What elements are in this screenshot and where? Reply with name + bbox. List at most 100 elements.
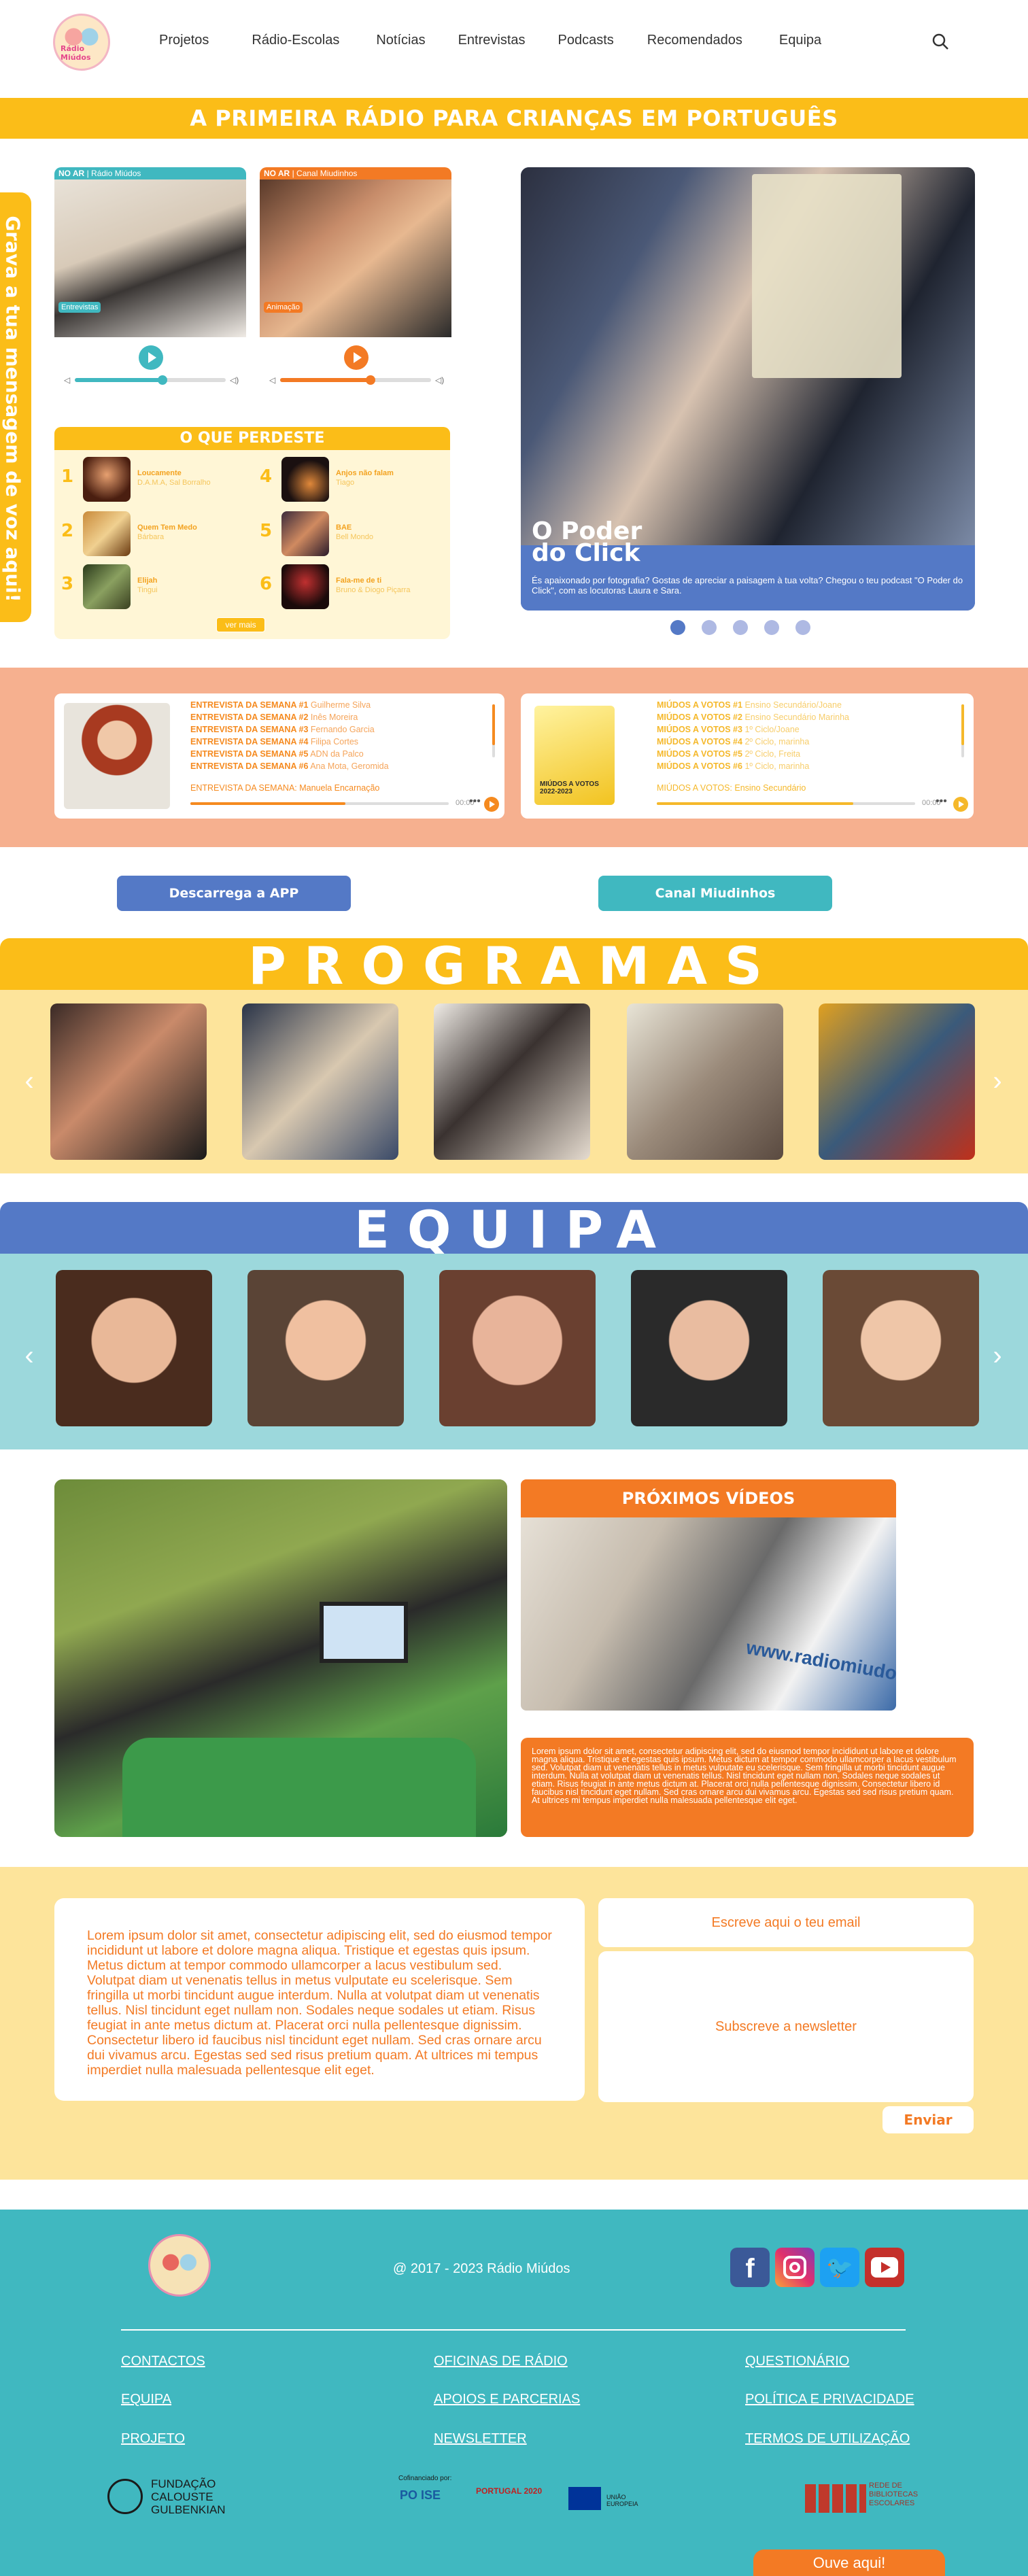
team-member[interactable] [247, 1270, 404, 1426]
list-item[interactable]: 3 Elijah Tingui [54, 563, 238, 611]
slider-dots [670, 620, 810, 635]
slider-dot[interactable] [702, 620, 717, 635]
footer-link-oficinas[interactable]: OFICINAS DE RÁDIO [434, 2354, 568, 2369]
list-item[interactable]: ENTREVISTA DA SEMANA #1 Guilherme Silva [190, 699, 389, 711]
list-item[interactable]: 6 Fala-me de ti Bruno & Diogo Piçarra [253, 563, 436, 611]
footer-link-contactos[interactable]: CONTACTOS [121, 2354, 205, 2369]
list-scrollbar[interactable] [961, 704, 964, 757]
canal-miudinhos-button[interactable]: Canal Miudinhos [598, 876, 832, 911]
votos-list: MIÚDOS A VOTOS #1 Ensino Secundário/Joan… [657, 699, 849, 772]
footer-link-projeto[interactable]: PROJETO [121, 2431, 185, 2447]
footer-link-privacidade[interactable]: POLÍTICA E PRIVACIDADE [745, 2392, 914, 2407]
chevron-right-icon[interactable]: › [987, 1335, 1008, 1376]
list-item[interactable]: 1 Loucamente D.A.M.A, Sal Borralho [54, 456, 238, 503]
player-header: NO AR | Canal Miudinhos [260, 167, 451, 179]
programa-tile[interactable] [434, 1003, 590, 1160]
equipa-title: EQUIPA [0, 1202, 1028, 1258]
site-header: Rádio Miúdos Projetos Rádio-Escolas Notí… [0, 0, 1028, 87]
programa-tile[interactable] [242, 1003, 398, 1160]
entrevista-progress[interactable] [190, 802, 449, 805]
po-ise-logo: PO ISE [400, 2488, 441, 2502]
programas-carousel: ‹ › [0, 990, 1028, 1173]
logo-text: Rádio Miúdos [61, 44, 91, 62]
download-app-button[interactable]: Descarrega a APP [117, 876, 351, 911]
player-progress[interactable] [280, 375, 431, 385]
voice-message-tab[interactable]: Grava a tua mensagem de voz aqui! [0, 192, 31, 622]
chevron-left-icon[interactable]: ‹ [19, 1061, 39, 1101]
list-item[interactable]: ENTREVISTA DA SEMANA #6 Ana Mota, Geromi… [190, 760, 389, 772]
programa-tile[interactable] [627, 1003, 783, 1160]
play-button[interactable] [344, 345, 369, 370]
list-scrollbar[interactable] [492, 704, 495, 757]
ver-mais-button[interactable]: ver mais [216, 617, 265, 632]
list-item[interactable]: ENTREVISTA DA SEMANA #2 Inês Moreira [190, 711, 389, 723]
list-item[interactable]: MIÚDOS A VOTOS #2 Ensino Secundário Mari… [657, 711, 849, 723]
player-radio-miudos: NO AR | Rádio Miúdos Entrevistas ◁ ◁) [54, 167, 246, 392]
more-icon[interactable]: ••• [469, 795, 481, 808]
chevron-right-icon[interactable]: › [987, 1061, 1008, 1101]
footer-link-termos[interactable]: TERMOS DE UTILIZAÇÃO [745, 2431, 910, 2447]
instagram-icon[interactable] [775, 2248, 815, 2287]
footer-logo[interactable] [148, 2234, 211, 2297]
team-member[interactable] [56, 1270, 212, 1426]
copyright: @ 2017 - 2023 Rádio Miúdos [393, 2261, 570, 2276]
email-field[interactable]: Escreve aqui o teu email [598, 1898, 974, 1947]
list-item[interactable]: 2 Quem Tem Medo Bárbara [54, 510, 238, 557]
studio-photo [54, 1479, 507, 1837]
play-button[interactable] [139, 345, 163, 370]
programa-tile[interactable] [50, 1003, 207, 1160]
studio-monitor [320, 1602, 408, 1663]
ouve-aqui-button[interactable]: Ouve aqui! [753, 2549, 945, 2576]
votos-progress[interactable] [657, 802, 915, 805]
search-icon[interactable] [931, 33, 949, 50]
list-item[interactable]: MIÚDOS A VOTOS #4 2º Ciclo, marinha [657, 736, 849, 748]
list-item[interactable]: MIÚDOS A VOTOS #1 Ensino Secundário/Joan… [657, 699, 849, 711]
play-button[interactable] [953, 797, 968, 812]
team-member[interactable] [439, 1270, 596, 1426]
footer-link-questionario[interactable]: QUESTIONÁRIO [745, 2354, 849, 2369]
nav-noticias[interactable]: Notícias [376, 33, 425, 48]
hero-image [521, 167, 975, 545]
list-item[interactable]: MIÚDOS A VOTOS #5 2º Ciclo, Freita [657, 748, 849, 760]
nav-equipa[interactable]: Equipa [779, 33, 821, 48]
nav-projetos[interactable]: Projetos [159, 33, 209, 48]
programa-tile[interactable] [819, 1003, 975, 1160]
volume-high-icon: ◁) [230, 375, 239, 385]
more-icon[interactable]: ••• [936, 795, 947, 808]
votos-card: MIÚDOS A VOTOS 2022-2023 MIÚDOS A VOTOS … [521, 693, 974, 819]
facebook-icon[interactable]: f [730, 2248, 770, 2287]
site-logo[interactable]: Rádio Miúdos [53, 14, 110, 71]
list-item[interactable]: 5 BAE Bell Mondo [253, 510, 436, 557]
send-button[interactable]: Enviar [883, 2106, 974, 2133]
youtube-icon[interactable] [865, 2248, 904, 2287]
list-item[interactable]: ENTREVISTA DA SEMANA #3 Fernando Garcia [190, 723, 389, 736]
subscribe-field[interactable]: Subscreve a newsletter [598, 1951, 974, 2102]
list-item[interactable]: MIÚDOS A VOTOS #3 1º Ciclo/Joane [657, 723, 849, 736]
slider-dot[interactable] [795, 620, 810, 635]
play-button[interactable] [484, 797, 499, 812]
list-item[interactable]: ENTREVISTA DA SEMANA #4 Filipa Cortes [190, 736, 389, 748]
list-item[interactable]: ENTREVISTA DA SEMANA #5 ADN da Palco [190, 748, 389, 760]
footer-link-equipa[interactable]: EQUIPA [121, 2392, 171, 2407]
nav-podcasts[interactable]: Podcasts [558, 33, 614, 48]
player-progress[interactable] [75, 375, 226, 385]
list-item[interactable]: 4 Anjos não falam Tiago [253, 456, 436, 503]
nav-entrevistas[interactable]: Entrevistas [458, 33, 526, 48]
hero-slide[interactable]: O Poder do Click És apaixonado por fotog… [521, 167, 975, 611]
team-member[interactable] [823, 1270, 979, 1426]
slider-dot[interactable] [733, 620, 748, 635]
player-header: NO AR | Rádio Miúdos [54, 167, 246, 179]
gulbenkian-logo: FUNDAÇÃO CALOUSTE GULBENKIAN [151, 2477, 226, 2516]
footer-link-apoios[interactable]: APOIOS E PARCERIAS [434, 2392, 580, 2407]
slider-dot[interactable] [670, 620, 685, 635]
entrevista-photo [64, 703, 170, 809]
video-thumbnail[interactable]: www.radiomiudos [521, 1517, 896, 1711]
chevron-left-icon[interactable]: ‹ [19, 1335, 39, 1376]
nav-recomendados[interactable]: Recomendados [647, 33, 742, 48]
twitter-icon[interactable]: 🐦 [820, 2248, 859, 2287]
slider-dot[interactable] [764, 620, 779, 635]
list-item[interactable]: MIÚDOS A VOTOS #6 1º Ciclo, marinha [657, 760, 849, 772]
footer-link-newsletter[interactable]: NEWSLETTER [434, 2431, 527, 2447]
team-member[interactable] [631, 1270, 787, 1426]
nav-radio-escolas[interactable]: Rádio-Escolas [252, 33, 339, 48]
